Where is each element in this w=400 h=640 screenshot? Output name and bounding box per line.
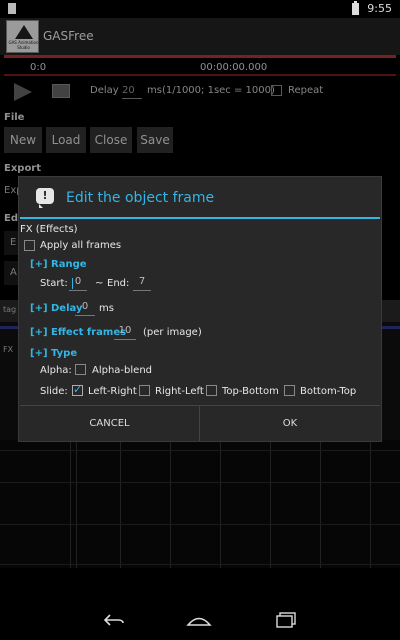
slide-label: Slide: (40, 386, 68, 397)
fx-label: FX (Effects) (20, 224, 78, 235)
cancel-button[interactable]: CANCEL (20, 406, 199, 441)
status-right: 9:55 (352, 0, 392, 15)
dialog-delay-unit: ms (99, 303, 114, 314)
slide-right-left-label[interactable]: Right-Left (155, 386, 204, 397)
slide-right-left-checkbox[interactable] (139, 385, 150, 396)
range-end-label: End: (107, 278, 130, 289)
range-tilde: ~ (95, 278, 104, 289)
back-icon[interactable] (104, 614, 124, 626)
effect-frames-input[interactable]: 10 (114, 325, 136, 340)
status-bar (0, 0, 400, 18)
dialog-title: Edit the object frame (66, 190, 215, 206)
alert-icon: ! (36, 188, 54, 208)
ok-button[interactable]: OK (200, 406, 380, 441)
battery-icon (352, 0, 360, 15)
alpha-label: Alpha: (40, 365, 72, 376)
recent-apps-icon[interactable] (276, 612, 296, 628)
apply-all-label[interactable]: Apply all frames (40, 240, 121, 251)
slide-top-bottom-checkbox[interactable] (206, 385, 217, 396)
alpha-blend-checkbox[interactable] (75, 364, 86, 375)
effect-frames-unit: (per image) (143, 327, 202, 338)
range-start-input[interactable]: 0 (69, 276, 87, 291)
slide-top-bottom-label[interactable]: Top-Bottom (222, 386, 279, 397)
slide-left-right-label[interactable]: Left-Right (88, 386, 137, 397)
slide-bottom-top-checkbox[interactable] (284, 385, 295, 396)
slide-left-right-checkbox[interactable] (72, 383, 83, 396)
range-start-label: Start: (40, 278, 68, 289)
notification-icon (8, 3, 16, 14)
range-end-input[interactable]: 7 (133, 276, 151, 291)
alpha-blend-label[interactable]: Alpha-blend (92, 365, 152, 376)
status-time: 9:55 (367, 2, 392, 15)
home-icon[interactable] (186, 614, 212, 626)
slide-bottom-top-label[interactable]: Bottom-Top (300, 386, 356, 397)
range-start-value: 0 (74, 276, 82, 287)
apply-all-checkbox[interactable] (24, 240, 35, 251)
dialog-delay-input[interactable]: 0 (75, 301, 95, 316)
text-caret (72, 278, 73, 289)
dialog-title-rule (20, 217, 380, 219)
effect-frames-header[interactable]: [+] Effect frames (30, 327, 126, 338)
type-header[interactable]: [+] Type (30, 348, 77, 359)
range-header[interactable]: [+] Range (30, 259, 87, 270)
